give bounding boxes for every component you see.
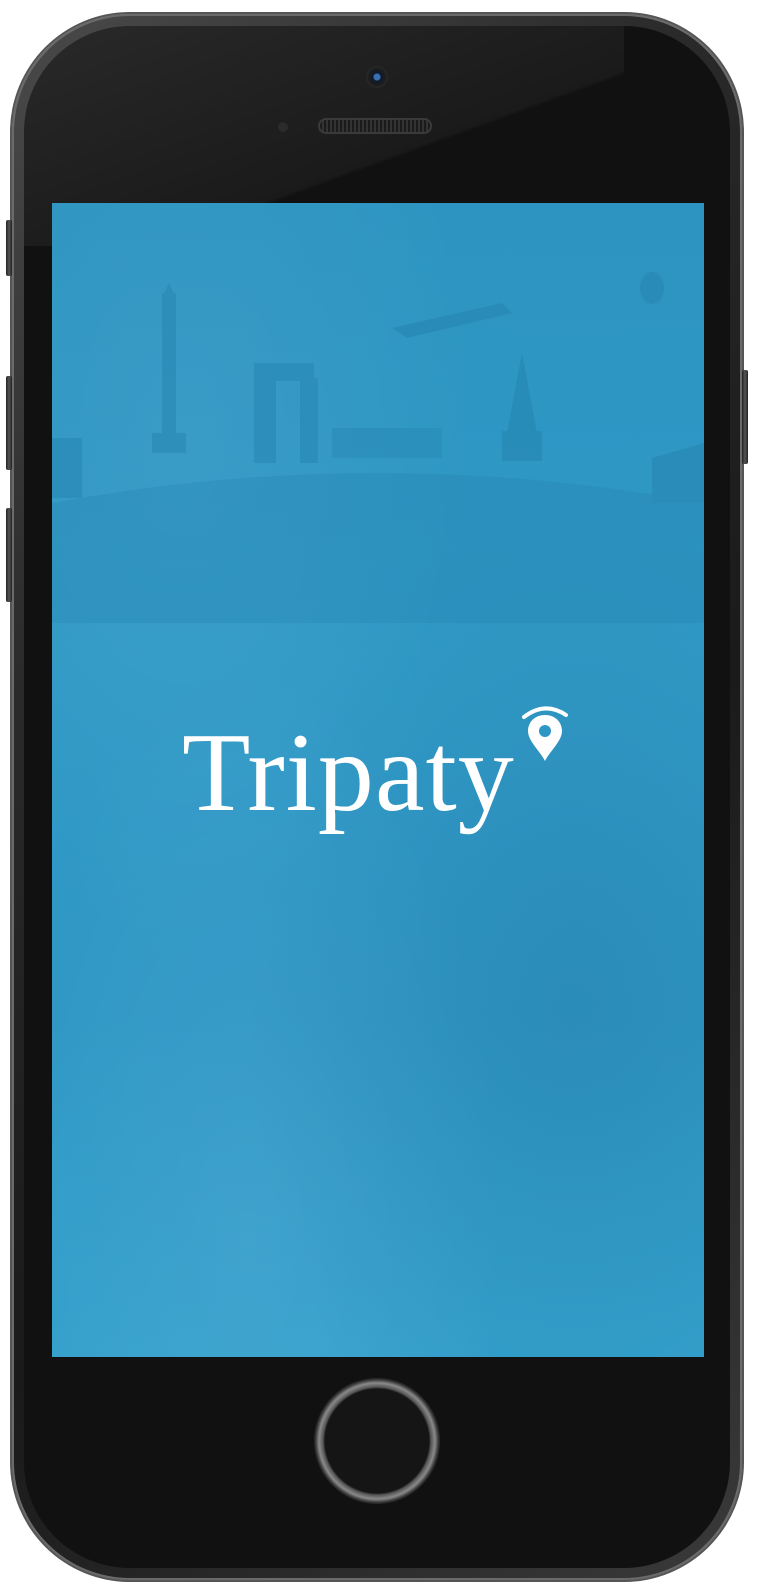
home-button[interactable] bbox=[314, 1378, 440, 1504]
earpiece-speaker-icon bbox=[318, 118, 432, 134]
location-pin-icon bbox=[522, 706, 568, 761]
front-camera-icon bbox=[366, 66, 388, 88]
volume-down-button bbox=[6, 508, 12, 602]
power-button bbox=[742, 370, 748, 464]
mute-switch bbox=[6, 220, 12, 276]
world-landmarks-illustration bbox=[52, 272, 704, 623]
proximity-sensor-icon bbox=[278, 122, 288, 132]
splash-screen: Tripaty bbox=[52, 203, 704, 1357]
app-logo: Tripaty bbox=[182, 703, 582, 863]
logo-text: Tripaty bbox=[182, 711, 515, 835]
volume-up-button bbox=[6, 376, 12, 470]
